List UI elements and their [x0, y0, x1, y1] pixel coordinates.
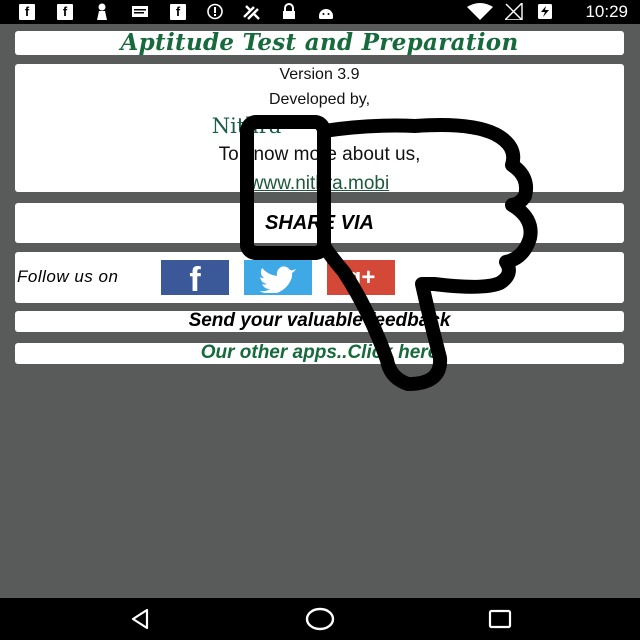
recents-button[interactable]	[470, 598, 530, 640]
twitter-button[interactable]	[244, 260, 312, 295]
facebook-icon: f	[189, 261, 201, 299]
back-icon	[131, 608, 149, 630]
version-text: Version 3.9	[279, 66, 360, 83]
facebook-notification-icon: f	[19, 4, 35, 20]
send-feedback-label: Send your valuable feedback	[188, 310, 451, 331]
developer-brand: Nithra	[211, 114, 282, 138]
other-apps-button[interactable]: Our other apps..Click here	[15, 342, 624, 364]
satellite-icon	[240, 3, 264, 20]
share-via-button[interactable]: SHARE VIA	[15, 203, 624, 243]
recents-icon	[488, 609, 512, 629]
navigation-bar	[0, 598, 640, 640]
home-button[interactable]	[290, 598, 350, 640]
website-link[interactable]: www.nithra.mobi	[15, 173, 624, 195]
status-bar: f f f 10:29	[0, 0, 640, 24]
android-icon	[316, 3, 336, 20]
app-title: Aptitude Test and Preparation	[120, 29, 519, 56]
google-plus-button[interactable]: g+	[327, 260, 395, 295]
message-notification-icon	[131, 3, 149, 20]
home-icon	[305, 607, 335, 631]
twitter-icon	[259, 266, 296, 294]
other-apps-label: Our other apps..Click here	[200, 342, 439, 363]
clock: 10:29	[585, 2, 628, 21]
follow-us-card: Follow us on f g+	[15, 252, 624, 303]
developed-by-text: Developed by,	[268, 91, 371, 108]
battery-charging-icon	[537, 3, 553, 20]
facebook-notification-icon: f	[57, 4, 73, 20]
share-via-label: SHARE VIA	[265, 212, 374, 234]
sync-icon	[206, 3, 224, 20]
back-button[interactable]	[110, 598, 170, 640]
follow-us-label: Follow us on	[17, 267, 119, 286]
title-bar: Aptitude Test and Preparation	[15, 29, 624, 56]
wifi-icon	[466, 3, 494, 20]
google-plus-icon: g+	[346, 264, 376, 291]
person-notification-icon	[94, 3, 110, 20]
facebook-notification-icon: f	[170, 4, 186, 20]
send-feedback-button[interactable]: Send your valuable feedback	[15, 310, 624, 332]
lock-icon	[281, 3, 297, 20]
about-card: Version 3.9 Developed by, Nithra To know…	[15, 64, 624, 195]
know-more-text: To know more about us,	[218, 144, 421, 165]
facebook-button[interactable]: f	[161, 260, 229, 299]
signal-icon	[503, 1, 523, 21]
